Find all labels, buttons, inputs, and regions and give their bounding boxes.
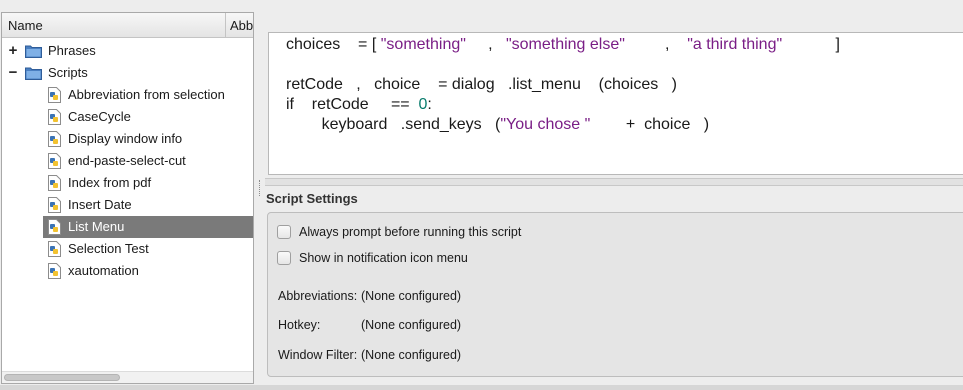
folder-icon — [25, 67, 42, 80]
scrollbar-thumb[interactable] — [4, 374, 120, 381]
settings-title: Script Settings — [266, 191, 358, 206]
tree-item-script[interactable]: xautomation — [2, 260, 253, 282]
tree-item-label: Insert Date — [68, 197, 132, 212]
tree-item-script[interactable]: Index from pdf — [2, 172, 253, 194]
tree-item-script[interactable]: Insert Date — [2, 194, 253, 216]
python-file-icon — [48, 263, 61, 279]
python-file-icon — [48, 131, 61, 147]
code-line-1: choices = [ "something" , "something els… — [286, 36, 840, 53]
code-line-3: if retCode == 0: — [286, 96, 432, 113]
tree-item-script[interactable]: end-paste-select-cut — [2, 150, 253, 172]
abbreviations-label: Abbreviations: — [278, 289, 358, 303]
tree-item-label: Index from pdf — [68, 175, 152, 190]
hotkey-value: (None configured) — [361, 318, 462, 332]
tree-item-scripts[interactable]: − Scripts — [2, 62, 253, 84]
expand-icon[interactable]: + — [6, 40, 20, 62]
hotkey-label: Hotkey: — [278, 318, 321, 332]
python-file-icon — [48, 109, 61, 125]
pane-splitter-handle[interactable] — [259, 180, 262, 196]
tree-item-script[interactable]: Display window info — [2, 128, 253, 150]
always-prompt-checkbox[interactable] — [277, 225, 291, 239]
window-filter-value: (None configured) — [361, 348, 462, 362]
python-file-icon — [48, 219, 61, 235]
status-strip — [0, 385, 963, 390]
tree-item-phrases[interactable]: + Phrases — [2, 40, 253, 62]
python-file-icon — [48, 153, 61, 169]
horizontal-scrollbar[interactable] — [2, 371, 253, 383]
tree-item-script[interactable]: Abbreviation from selection — [2, 84, 253, 106]
window-filter-label: Window Filter: — [278, 348, 358, 362]
tree-item-label: Abbreviation from selection — [68, 87, 225, 102]
tree-item-label: Scripts — [48, 65, 88, 80]
tree-item-script-selected[interactable]: List Menu — [2, 216, 253, 238]
collapse-icon[interactable]: − — [6, 62, 20, 84]
tree-item-label: xautomation — [68, 263, 139, 278]
column-header-name[interactable]: Name — [2, 13, 226, 38]
abbreviations-value: (None configured) — [361, 289, 462, 303]
code-line-4: keyboard .send_keys ("You chose " + choi… — [321, 116, 710, 133]
script-tree[interactable]: Name Abb + Phrases − Scripts Abbreviatio… — [1, 12, 254, 384]
show-in-menu-checkbox[interactable] — [277, 251, 291, 265]
tree-item-script[interactable]: CaseCycle — [2, 106, 253, 128]
tree-item-label: Selection Test — [68, 241, 149, 256]
script-settings-panel: Always prompt before running this script… — [267, 212, 963, 377]
tree-item-label: Display window info — [68, 131, 183, 146]
python-file-icon — [48, 175, 61, 191]
tree-item-label: List Menu — [68, 219, 125, 234]
code-line-2: retCode , choice = dialog .list_menu (ch… — [286, 76, 677, 93]
always-prompt-label[interactable]: Always prompt before running this script — [299, 223, 521, 241]
tree-item-label: end-paste-select-cut — [68, 153, 186, 168]
column-header-abbreviation[interactable]: Abb — [227, 13, 255, 38]
python-file-icon — [48, 197, 61, 213]
folder-icon — [25, 45, 42, 58]
tree-header: Name Abb — [2, 13, 253, 38]
tree-item-script[interactable]: Selection Test — [2, 238, 253, 260]
python-file-icon — [48, 241, 61, 257]
code-editor[interactable]: choices = [ "something" , "something els… — [268, 32, 963, 175]
tree-item-label: Phrases — [48, 43, 96, 58]
horizontal-splitter[interactable] — [265, 178, 963, 186]
python-file-icon — [48, 87, 61, 103]
show-in-menu-label[interactable]: Show in notification icon menu — [299, 249, 468, 267]
tree-item-label: CaseCycle — [68, 109, 131, 124]
